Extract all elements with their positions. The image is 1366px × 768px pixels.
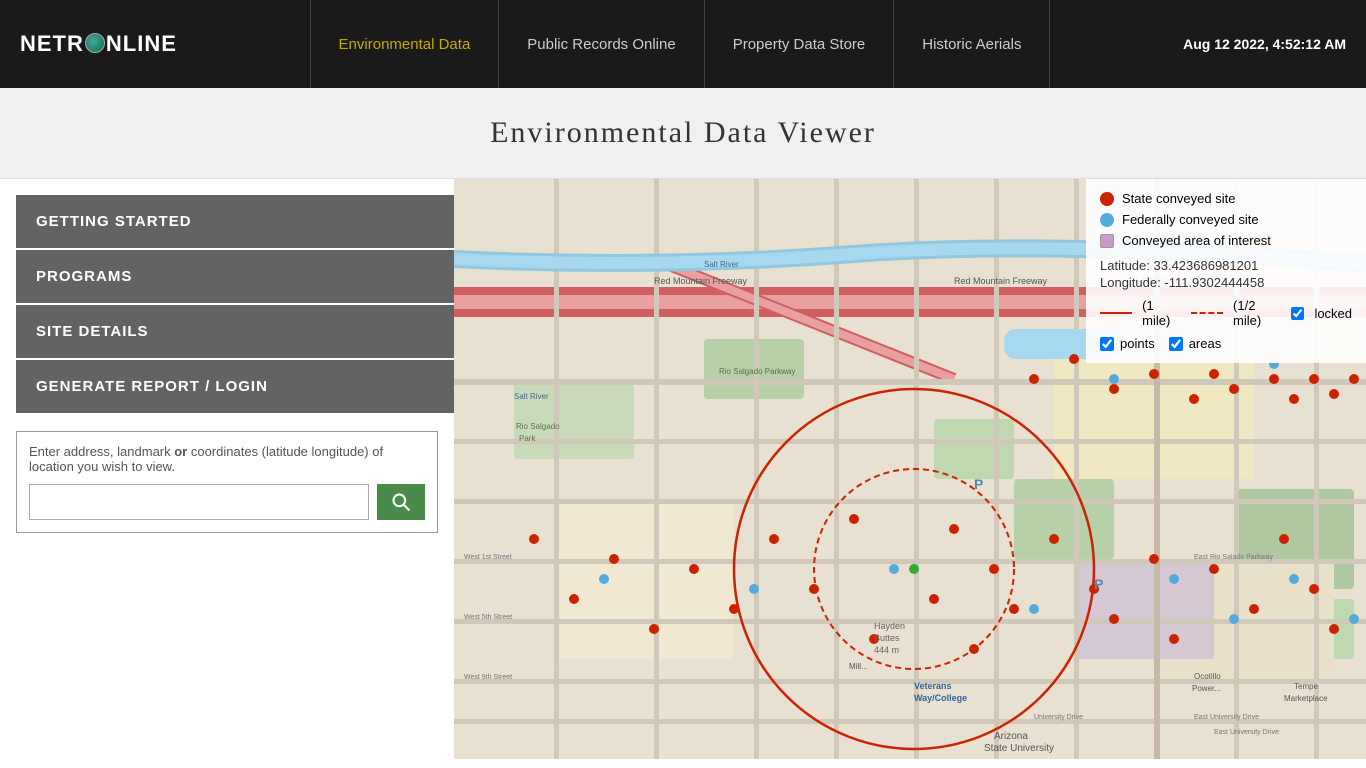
longitude-value: -111.9302444458 — [1164, 275, 1264, 290]
map-area[interactable]: Red Mountain Freeway Red Mountain Freewa… — [454, 179, 1366, 759]
locked-label: locked — [1314, 306, 1352, 321]
state-conveyed-label: State conveyed site — [1122, 191, 1235, 206]
checkbox-row: points areas — [1100, 336, 1352, 351]
svg-text:P: P — [974, 476, 983, 492]
coordinates-block: Latitude: 33.423686981201 Longitude: -11… — [1100, 258, 1352, 290]
svg-text:Rio Salgado: Rio Salgado — [516, 422, 560, 431]
title-bar: Environmental Data Viewer — [0, 88, 1366, 179]
svg-text:Hayden: Hayden — [874, 621, 905, 631]
search-section: Enter address, landmark or coordinates (… — [0, 415, 454, 533]
latitude-display: Latitude: 33.423686981201 — [1100, 258, 1352, 273]
getting-started-button[interactable]: GETTING STARTED — [16, 195, 454, 250]
programs-button[interactable]: PROGRAMS — [16, 250, 454, 305]
locked-checkbox[interactable] — [1291, 307, 1304, 320]
svg-text:West 9th Street: West 9th Street — [464, 674, 512, 681]
svg-text:Red Mountain Freeway: Red Mountain Freeway — [654, 276, 748, 286]
svg-text:Rio Salgado Parkway: Rio Salgado Parkway — [719, 367, 795, 376]
content-area: GETTING STARTED PROGRAMS SITE DETAILS GE… — [0, 179, 1366, 759]
datetime: Aug 12 2022, 4:52:12 AM — [1183, 36, 1346, 52]
svg-text:Marketplace: Marketplace — [1284, 694, 1328, 703]
radius-row: (1 mile) (1/2 mile) locked — [1100, 298, 1352, 328]
conveyed-area-square — [1100, 234, 1114, 248]
svg-text:East Rio Salado Parkway: East Rio Salado Parkway — [1194, 554, 1273, 561]
svg-text:Mill...: Mill... — [849, 662, 868, 671]
svg-text:Ocotillo: Ocotillo — [1194, 672, 1221, 681]
svg-text:East University Drive: East University Drive — [1194, 714, 1259, 721]
svg-text:Power...: Power... — [1192, 684, 1221, 693]
search-container: Enter address, landmark or coordinates (… — [16, 431, 438, 533]
svg-text:P: P — [1094, 576, 1103, 592]
half-mile-line — [1191, 312, 1223, 314]
nav-property-data[interactable]: Property Data Store — [705, 0, 895, 88]
federally-conveyed-label: Federally conveyed site — [1122, 212, 1259, 227]
svg-text:University Drive: University Drive — [1034, 714, 1083, 721]
svg-text:West 5th Street: West 5th Street — [464, 614, 512, 621]
svg-text:State University: State University — [984, 743, 1054, 754]
generate-report-button[interactable]: GENERATE REPORT / LOGIN — [16, 360, 454, 415]
svg-text:Veterans: Veterans — [914, 681, 952, 691]
areas-checkbox[interactable] — [1169, 337, 1183, 351]
header: NETR NLINE Environmental Data Public Rec… — [0, 0, 1366, 88]
longitude-label: Longitude: — [1100, 275, 1161, 290]
search-button[interactable] — [377, 484, 425, 520]
search-row — [29, 484, 425, 520]
page-title: Environmental Data Viewer — [0, 116, 1366, 150]
svg-text:Park: Park — [519, 434, 536, 443]
search-input[interactable] — [29, 484, 369, 520]
svg-text:Salt River: Salt River — [514, 392, 549, 401]
svg-text:East University Drive: East University Drive — [1214, 729, 1279, 736]
points-checkbox-row: points — [1100, 336, 1155, 351]
svg-text:Buttes: Buttes — [874, 633, 900, 643]
search-or-text: or — [174, 444, 187, 459]
globe-icon — [85, 33, 105, 53]
areas-checkbox-row: areas — [1169, 336, 1222, 351]
half-mile-label: (1/2 mile) — [1233, 298, 1281, 328]
nav-historic-aerials[interactable]: Historic Aerials — [894, 0, 1050, 88]
svg-text:Red Mountain Freeway: Red Mountain Freeway — [954, 276, 1048, 286]
points-label: points — [1120, 336, 1155, 351]
points-checkbox[interactable] — [1100, 337, 1114, 351]
svg-text:Way/College: Way/College — [914, 693, 967, 703]
search-icon — [391, 492, 411, 512]
one-mile-line — [1100, 312, 1132, 314]
sidebar-buttons: GETTING STARTED PROGRAMS SITE DETAILS GE… — [0, 179, 454, 415]
left-panel: GETTING STARTED PROGRAMS SITE DETAILS GE… — [0, 179, 454, 759]
latitude-label: Latitude: — [1100, 258, 1150, 273]
conveyed-area-label: Conveyed area of interest — [1122, 233, 1271, 248]
info-panel: State conveyed site Federally conveyed s… — [1086, 179, 1366, 363]
logo-text-nline: NLINE — [106, 31, 177, 57]
federally-conveyed-dot — [1100, 213, 1114, 227]
areas-label: areas — [1189, 336, 1222, 351]
nav-public-records[interactable]: Public Records Online — [499, 0, 704, 88]
search-hint-text: Enter address, landmark or coordinates (… — [29, 444, 425, 474]
svg-text:Tempe: Tempe — [1294, 682, 1319, 691]
logo: NETR NLINE — [20, 31, 177, 57]
site-details-button[interactable]: SITE DETAILS — [16, 305, 454, 360]
logo-text-netr: NETR — [20, 31, 84, 57]
legend-state-conveyed: State conveyed site — [1100, 191, 1352, 206]
state-conveyed-dot — [1100, 192, 1114, 206]
nav: Environmental Data Public Records Online… — [177, 0, 1183, 88]
one-mile-label: (1 mile) — [1142, 298, 1181, 328]
svg-text:Arizona: Arizona — [994, 731, 1028, 742]
longitude-display: Longitude: -111.9302444458 — [1100, 275, 1352, 290]
svg-text:444 m: 444 m — [874, 645, 899, 655]
legend-federally-conveyed: Federally conveyed site — [1100, 212, 1352, 227]
svg-text:Salt River: Salt River — [704, 260, 739, 269]
nav-environmental-data[interactable]: Environmental Data — [310, 0, 500, 88]
svg-text:West 1st Street: West 1st Street — [464, 554, 512, 561]
legend-conveyed-area: Conveyed area of interest — [1100, 233, 1352, 248]
latitude-value: 33.423686981201 — [1154, 258, 1259, 273]
